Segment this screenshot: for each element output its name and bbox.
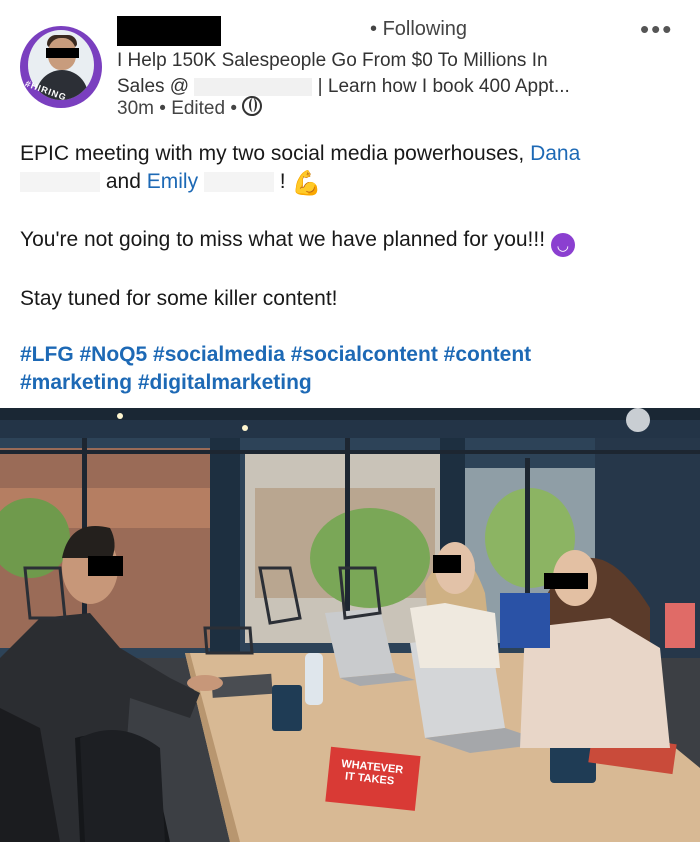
author-headline: I Help 150K Salespeople Go From $0 To Mi… [117,48,637,100]
headline-tagline: | Learn how I book 400 Appt... [317,76,570,97]
more-icon[interactable]: ••• [640,16,673,42]
linkedin-post: #HIRING • Following ••• I Help 150K Sale… [0,0,700,842]
post-text: Stay tuned for some killer content! [20,287,338,310]
following-status[interactable]: • Following [370,18,467,41]
book: WHATEVER IT TAKES [325,746,421,811]
redaction-bar [46,48,79,58]
mention-emily[interactable]: Emily [147,170,198,193]
post-text: EPIC meeting with my two social media po… [20,142,525,165]
flexed-biceps-icon: 💪 [291,170,322,197]
post-content: EPIC meeting with my two social media po… [20,140,680,425]
smiling-devil-icon: ◡ [550,233,575,257]
post-paragraph-2: You're not going to miss what we have pl… [20,226,680,257]
headline-line1: I Help 150K Salespeople Go From $0 To Mi… [117,50,548,71]
edited-label: Edited [171,98,226,119]
hashtag-line[interactable]: #marketing #digitalmarketing [20,371,312,394]
post-paragraph-3: Stay tuned for some killer content! [20,285,680,313]
globe-icon [242,96,263,116]
post-text: You're not going to miss what we have pl… [20,228,546,251]
meeting-photo-illustration: Better Humans Bolder Live WHATEVER IT TA… [0,408,700,842]
post-text: and [105,170,141,193]
following-label: Following [382,18,468,40]
post-paragraph-1: EPIC meeting with my two social media po… [20,140,680,198]
author-name-redacted[interactable] [117,16,221,46]
avatar-ring: #HIRING [20,26,102,108]
avatar[interactable]: #HIRING [20,26,102,108]
mention-dana[interactable]: Dana [530,142,580,165]
post-meta: 30m • Edited • [117,96,263,120]
headline-company-prefix: Sales @ [117,76,190,97]
redacted-surname [20,172,100,193]
redacted-surname [203,172,274,193]
hashtag-line[interactable]: #LFG #NoQ5 #socialmedia #socialcontent #… [20,343,531,366]
post-text: ! [279,170,286,193]
hashtags: #LFG #NoQ5 #socialmedia #socialcontent #… [20,341,680,397]
post-time: 30m [117,98,154,119]
post-photo[interactable]: Better Humans Bolder Live WHATEVER IT TA… [0,408,700,842]
company-redacted [194,77,313,96]
